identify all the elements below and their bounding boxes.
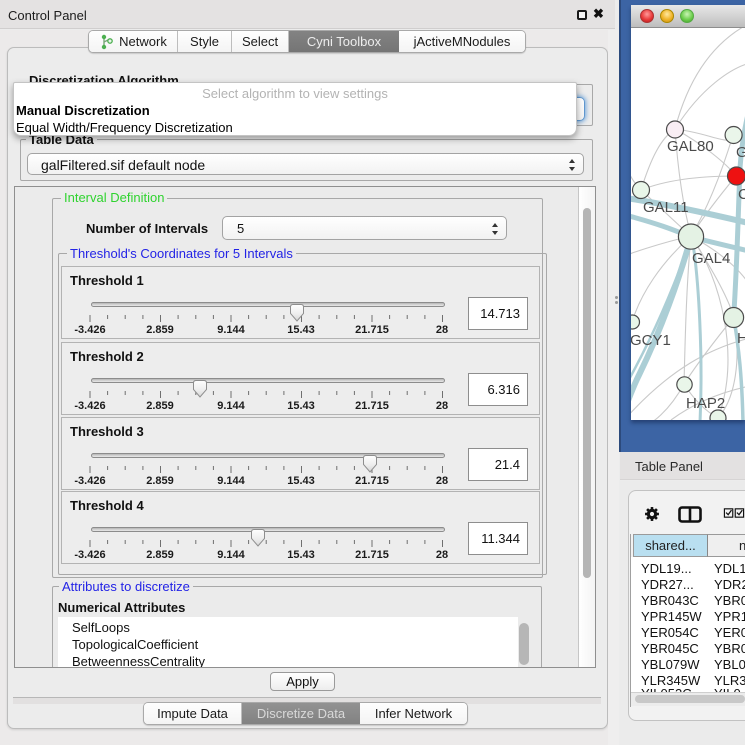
svg-text:HIS: HIS [737,330,745,347]
svg-text:GCY1: GCY1 [631,332,671,349]
svg-text:GAL80: GAL80 [667,138,714,155]
svg-text:GAL11: GAL11 [643,199,689,216]
svg-text:GAL2: GAL2 [736,144,745,161]
svg-text:HAP2: HAP2 [686,395,725,412]
svg-text:GAL4: GAL4 [692,250,730,267]
svg-text:CYC: CYC [738,186,745,203]
